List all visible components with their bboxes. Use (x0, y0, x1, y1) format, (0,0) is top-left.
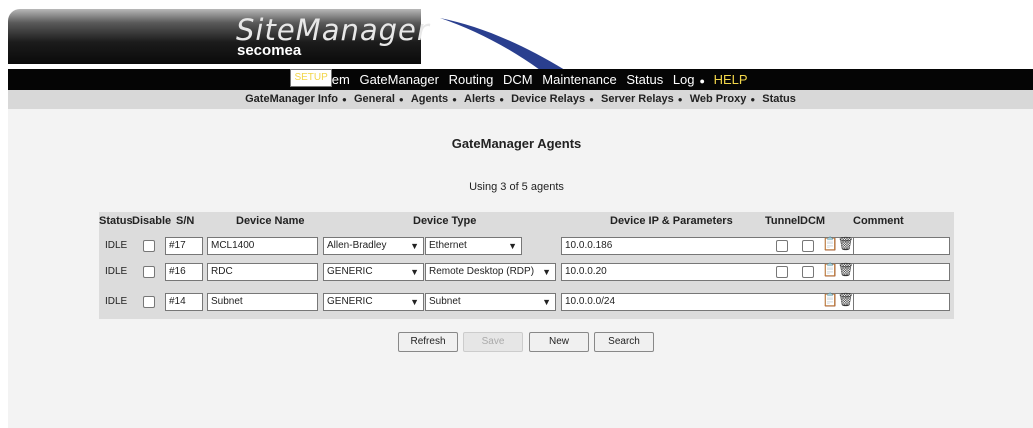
nav-log[interactable]: Log (670, 72, 698, 87)
subnav-separator: ● (499, 95, 505, 104)
comment-input[interactable] (853, 263, 950, 281)
save-button[interactable]: Save (463, 332, 523, 352)
row-status: IDLE (105, 296, 128, 307)
subnav-agents[interactable]: Agents (409, 93, 450, 105)
subnav-separator: ● (750, 95, 756, 104)
copy-icon[interactable]: 📋 (822, 292, 838, 307)
disable-checkbox[interactable] (143, 240, 155, 252)
chevron-down-icon: ▼ (410, 297, 419, 307)
nav-status[interactable]: Status (623, 72, 666, 87)
subnav-server-relays[interactable]: Server Relays (599, 93, 676, 105)
row-actions: 📋🗑 (822, 262, 854, 278)
header-comment: Comment (853, 215, 904, 227)
search-button[interactable]: Search (594, 332, 654, 352)
device-name-input[interactable]: RDC (207, 263, 318, 281)
header-status: Status (99, 215, 133, 227)
nav-routing[interactable]: Routing (446, 72, 497, 87)
subnav-general[interactable]: General (352, 93, 397, 105)
subnav-alerts[interactable]: Alerts (462, 93, 497, 105)
type-select[interactable]: Remote Desktop (RDP) ▼ (425, 263, 556, 281)
nav-gatemanager[interactable]: GateManager (356, 72, 442, 87)
vendor-select[interactable]: GENERIC ▼ (323, 293, 424, 311)
vendor-select-value: GENERIC (327, 266, 373, 277)
subnav-separator: ● (589, 95, 594, 104)
nav-separator: ● (699, 76, 705, 86)
sn-field[interactable]: #16 (165, 263, 203, 281)
disable-checkbox[interactable] (143, 266, 155, 278)
nav-setup[interactable]: SETUP (290, 69, 332, 87)
sn-field[interactable]: #14 (165, 293, 203, 311)
tunnel-checkbox[interactable] (776, 240, 788, 252)
ip-input[interactable]: 10.0.0.0/24 (561, 293, 856, 311)
vendor-select[interactable]: GENERIC ▼ (323, 263, 424, 281)
copy-icon[interactable]: 📋 (822, 262, 838, 277)
table-row: IDLE #14 Subnet GENERIC ▼ Subnet ▼ 10.0.0.… (99, 290, 954, 314)
header-device-type: Device Type (413, 215, 477, 227)
row-actions: 📋🗑 (822, 236, 854, 252)
subnav-web-proxy[interactable]: Web Proxy (688, 93, 749, 105)
nav-dcm[interactable]: DCM (500, 72, 536, 87)
header-dcm: DCM (800, 215, 826, 227)
tunnel-checkbox[interactable] (776, 266, 788, 278)
comment-input[interactable] (853, 293, 950, 311)
type-select[interactable]: Ethernet ▼ (425, 237, 522, 255)
dcm-checkbox[interactable] (802, 266, 814, 278)
subnav-separator: ● (342, 95, 347, 104)
header-disable: Disable (132, 215, 172, 227)
row-status: IDLE (105, 240, 128, 251)
chevron-down-icon: ▼ (542, 267, 551, 277)
copy-icon[interactable]: 📋 (822, 236, 838, 251)
disable-checkbox[interactable] (143, 296, 155, 308)
header-sn: S/N (176, 215, 195, 227)
header-device-ip: Device IP & Parameters (610, 215, 733, 227)
chevron-down-icon: ▼ (508, 241, 517, 251)
page-title: GateManager Agents (451, 136, 582, 151)
nav-maintenance[interactable]: Maintenance (539, 72, 619, 87)
table-row: IDLE #16 RDC GENERIC ▼ Remote Desktop (RD… (99, 260, 954, 284)
subnav-separator: ● (452, 95, 457, 104)
subnav-separator: ● (398, 95, 404, 104)
type-select-value: Ethernet (429, 240, 467, 251)
sub-navigation: GateManager Info ● General ● Agents ● Alert… (8, 90, 1033, 109)
subnav-gatemanager-info[interactable]: GateManager Info (243, 93, 340, 105)
row-status: IDLE (105, 266, 128, 277)
sn-field[interactable]: #17 (165, 237, 203, 255)
main-navigation: SETUP● System GateManager Routing DCM Ma… (8, 69, 1033, 90)
logo-brand: secomea (237, 42, 302, 59)
row-actions: 📋🗑 (822, 292, 854, 308)
dcm-checkbox[interactable] (802, 240, 814, 252)
header-device-name: Device Name (236, 215, 305, 227)
chevron-down-icon: ▼ (410, 267, 419, 277)
new-button[interactable]: New (529, 332, 589, 352)
subnav-device-relays[interactable]: Device Relays (509, 93, 587, 105)
refresh-button[interactable]: Refresh (398, 332, 458, 352)
comment-input[interactable] (853, 237, 950, 255)
vendor-select[interactable]: Allen-Bradley ▼ (323, 237, 424, 255)
subnav-separator: ● (677, 95, 683, 104)
subnav-status[interactable]: Status (760, 93, 798, 105)
swoosh-graphic (440, 18, 565, 70)
chevron-down-icon: ▼ (410, 241, 419, 251)
type-select-value: Subnet (429, 296, 461, 307)
table-row: IDLE #17 MCL1400 Allen-Bradley ▼ Ethernet… (99, 234, 954, 258)
agent-usage-text: Using 3 of 5 agents (469, 181, 564, 193)
vendor-select-value: Allen-Bradley (327, 240, 387, 251)
trash-icon[interactable]: 🗑 (837, 292, 853, 307)
device-name-input[interactable]: Subnet (207, 293, 318, 311)
header-banner: SiteManager secomea (0, 0, 1033, 70)
chevron-down-icon: ▼ (542, 297, 551, 307)
trash-icon[interactable]: 🗑 (837, 262, 853, 277)
trash-icon[interactable]: 🗑 (837, 236, 853, 251)
header-tunnel: Tunnel (765, 215, 801, 227)
device-name-input[interactable]: MCL1400 (207, 237, 318, 255)
type-select-value: Remote Desktop (RDP) (429, 266, 535, 277)
vendor-select-value: GENERIC (327, 296, 373, 307)
type-select[interactable]: Subnet ▼ (425, 293, 556, 311)
nav-help[interactable]: HELP (711, 72, 751, 87)
